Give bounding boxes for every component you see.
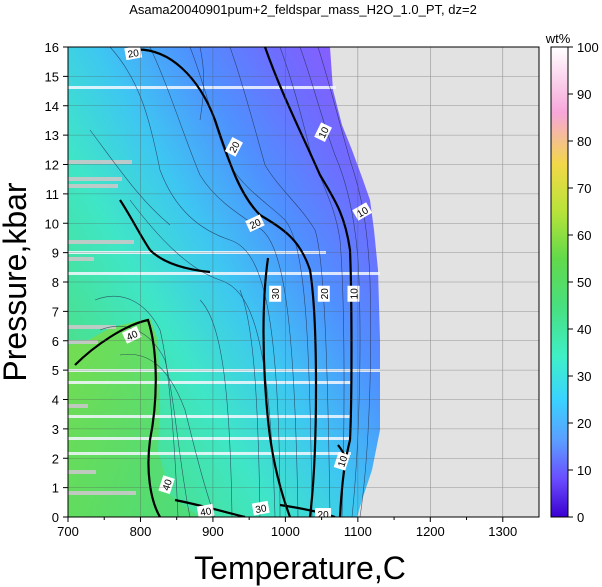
chart-title: Asama20040901pum+2_feldspar_mass_H2O_1.0… [129,2,477,17]
colorbar-ticks: 0 10 20 30 40 50 60 70 80 90 100 [568,40,599,525]
y-tick-label: 15 [45,69,59,84]
y-tick-label: 10 [45,216,59,231]
colorbar-label: wt% [545,31,571,46]
x-tick-label: 900 [202,524,224,539]
y-tick-label: 6 [52,334,59,349]
colorbar [550,46,569,518]
x-tick-label: 700 [57,524,79,539]
contour-label-text: 30 [271,288,282,300]
contour-label: 30 [251,500,270,516]
x-tick-label: 1200 [416,524,445,539]
contour-label: 20 [315,508,332,521]
colorbar-tick-label: 100 [577,40,599,55]
contour-label-text: 20 [318,510,330,521]
colorbar-tick-label: 30 [577,369,591,384]
y-axis: 012345678910111213141516 [45,40,68,525]
y-tick-label: 8 [52,275,59,290]
y-tick-label: 7 [52,304,59,319]
y-tick-label: 14 [45,99,59,114]
y-tick-label: 11 [46,187,60,202]
y-tick-label: 4 [52,393,59,408]
y-tick-label: 0 [52,510,59,525]
y-tick-label: 3 [52,422,59,437]
y-tick-label: 1 [52,481,59,496]
contour-label-text: 10 [349,288,360,300]
colorbar-tick-label: 40 [577,322,591,337]
colorbar-tick-label: 90 [577,87,591,102]
contour-label-text: 20 [320,288,331,300]
contour-label: 20 [317,285,331,302]
y-tick-label: 12 [45,158,59,173]
x-tick-label: 800 [130,524,152,539]
contour-label: 10 [347,285,360,302]
colorbar-tick-label: 80 [577,134,591,149]
y-tick-label: 5 [52,363,59,378]
x-axis-title: Temperature,C [194,550,406,586]
y-tick-label: 9 [52,246,59,261]
phase-diagram-chart: 1010101020202020203030404040 700 800 900 10… [0,2,599,586]
y-tick-label: 13 [45,128,59,143]
y-axis-title: Pressure,kbar [0,182,33,382]
colorbar-tick-label: 20 [577,416,591,431]
x-axis: 700 800 900 1000 1100 1200 1300 [57,517,517,539]
colorbar-tick-label: 70 [577,181,591,196]
colorbar-tick-label: 50 [577,275,591,290]
contour-label: 30 [269,285,282,302]
x-tick-label: 1100 [344,524,372,539]
colorbar-tick-label: 60 [577,228,591,243]
y-tick-label: 2 [52,451,59,466]
y-tick-label: 16 [45,40,59,55]
colorbar-tick-label: 10 [577,463,591,478]
colorbar-tick-label: 0 [577,510,584,525]
x-tick-label: 1000 [271,524,300,539]
x-tick-label: 1300 [488,524,517,539]
contour-label: 20 [124,47,143,61]
